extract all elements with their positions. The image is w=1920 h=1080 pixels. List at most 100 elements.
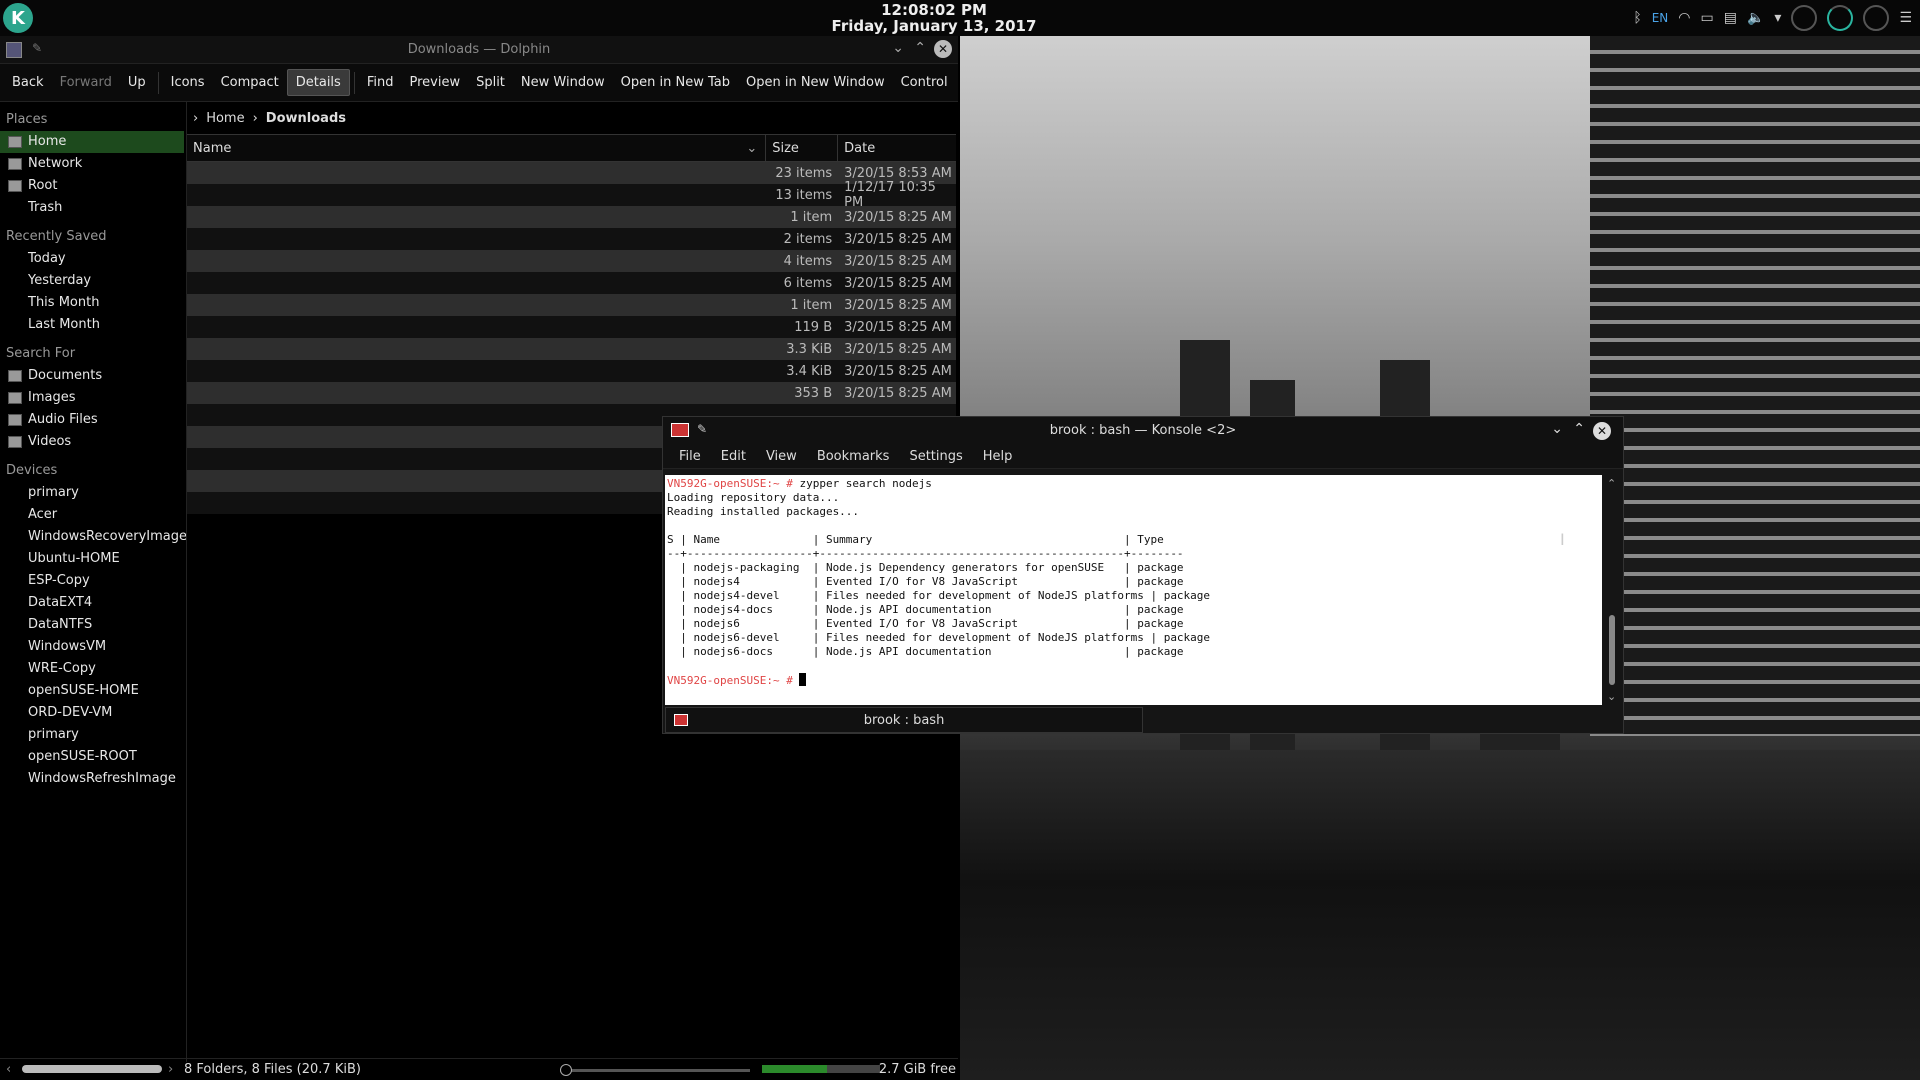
terminal-output[interactable]: VN592G-openSUSE:~ # zypper search nodejs… <box>665 475 1602 705</box>
konsole-tab[interactable]: brook : bash <box>665 707 1143 733</box>
place-item-home[interactable]: Home <box>0 131 184 153</box>
tray-expand-icon[interactable]: ▾ <box>1774 10 1781 26</box>
table-row[interactable]: package.json353 B3/20/15 8:25 AM <box>187 382 956 404</box>
zoom-slider-handle[interactable] <box>560 1064 572 1076</box>
up-button[interactable]: Up <box>120 70 154 95</box>
preview-button[interactable]: Preview <box>401 70 468 95</box>
recent-item-today[interactable]: Today <box>0 248 184 270</box>
clipboard-icon[interactable]: ▤ <box>1724 10 1737 26</box>
table-row[interactable]: logo.png3.4 KiB3/20/15 8:25 AM <box>187 360 956 382</box>
new-window-button[interactable]: New Window <box>513 70 613 95</box>
panel-menu-icon[interactable]: ☰ <box>1899 10 1912 26</box>
recent-item-yesterday[interactable]: Yesterday <box>0 270 184 292</box>
scroll-left-arrow-icon[interactable]: ‹ <box>6 1062 11 1077</box>
device-item[interactable]: WindowsVM <box>0 636 184 658</box>
file-size-cell: 3.4 KiB <box>786 363 833 379</box>
table-row[interactable]: ⌄zurb_foundation_subtheme13 items1/12/17… <box>187 180 956 210</box>
place-item-root[interactable]: Root <box>0 175 184 197</box>
date-column-header[interactable]: Date <box>838 135 956 161</box>
close-icon[interactable]: ✕ <box>1593 422 1611 440</box>
terminal-scrollbar[interactable]: ⌃ ⌄ <box>1603 475 1621 705</box>
device-item[interactable]: WindowsRefreshImage <box>0 768 184 790</box>
device-item[interactable]: ORD-DEV-VM <box>0 702 184 724</box>
dolphin-titlebar[interactable]: ✎ Downloads — Dolphin ⌄ ⌃ ✕ <box>0 36 958 64</box>
maximize-icon[interactable]: ⌃ <box>1573 421 1585 437</box>
device-item[interactable]: openSUSE-HOME <box>0 680 184 702</box>
konsole-titlebar[interactable]: ✎ brook : bash — Konsole <2> ⌄ ⌃ ✕ <box>663 417 1623 445</box>
find-button[interactable]: Find <box>359 70 402 95</box>
menu-edit[interactable]: Edit <box>711 449 756 464</box>
menu-bookmarks[interactable]: Bookmarks <box>807 449 900 464</box>
breadcrumb-home[interactable]: Home <box>206 111 244 126</box>
search-item-videos[interactable]: Videos <box>0 431 184 453</box>
size-column-header[interactable]: Size <box>766 135 839 161</box>
scroll-right-arrow-icon[interactable]: › <box>168 1062 173 1077</box>
table-row[interactable]: ›css1 item3/20/15 8:25 AM <box>187 206 956 228</box>
memory-monitor-icon[interactable] <box>1827 5 1854 31</box>
table-row[interactable]: bower.json119 B3/20/15 8:25 AM <box>187 316 956 338</box>
table-row[interactable]: ›js4 items3/20/15 8:25 AM <box>187 250 956 272</box>
close-icon[interactable]: ✕ <box>934 40 952 58</box>
free-space-label: 2.7 GiB free <box>878 1062 956 1077</box>
search-item-images[interactable]: Images <box>0 387 184 409</box>
table-row[interactable]: ›scss6 items3/20/15 8:25 AM <box>187 272 956 294</box>
details-view-button[interactable]: Details <box>286 69 350 96</box>
wifi-icon[interactable]: ◠ <box>1678 10 1690 26</box>
forward-button[interactable]: Forward <box>52 70 120 95</box>
device-item[interactable]: openSUSE-ROOT <box>0 746 184 768</box>
icons-view-button[interactable]: Icons <box>163 70 213 95</box>
recent-item-this-month[interactable]: This Month <box>0 292 184 314</box>
minimize-icon[interactable]: ⌄ <box>892 40 904 56</box>
table-row[interactable]: ›fonts2 items3/20/15 8:25 AM <box>187 228 956 250</box>
device-item[interactable]: primary <box>0 724 184 746</box>
menu-file[interactable]: File <box>669 449 711 464</box>
places-horizontal-scrollbar[interactable] <box>22 1065 162 1073</box>
table-row[interactable]: Gruntfile.js3.3 KiB3/20/15 8:25 AM <box>187 338 956 360</box>
search-item-documents[interactable]: Documents <box>0 365 184 387</box>
cpu-monitor-icon[interactable] <box>1791 5 1818 31</box>
control-button[interactable]: Control <box>893 70 956 95</box>
search-item-audio-files[interactable]: Audio Files <box>0 409 184 431</box>
place-item-network[interactable]: Network <box>0 153 184 175</box>
minimize-icon[interactable]: ⌄ <box>1551 421 1563 437</box>
menu-settings[interactable]: Settings <box>899 449 972 464</box>
back-button[interactable]: Back <box>4 70 52 95</box>
open-in-new-tab-button[interactable]: Open in New Tab <box>613 70 738 95</box>
device-item[interactable]: Ubuntu-HOME <box>0 548 184 570</box>
device-item[interactable]: ESP-Copy <box>0 570 184 592</box>
swap-monitor-icon[interactable] <box>1863 5 1890 31</box>
menu-help[interactable]: Help <box>973 449 1023 464</box>
network-icon <box>8 158 22 170</box>
open-in-new-window-button[interactable]: Open in New Window <box>738 70 893 95</box>
clock[interactable]: 12:08:02 PM Friday, January 13, 2017 <box>0 2 1868 34</box>
device-item[interactable]: Acer <box>0 504 184 526</box>
table-row[interactable]: ›templates1 item3/20/15 8:25 AM <box>187 294 956 316</box>
device-item[interactable]: WRE-Copy <box>0 658 184 680</box>
scrollbar-thumb[interactable] <box>1609 615 1615 685</box>
device-item[interactable]: WindowsRecoveryImage <box>0 526 187 548</box>
breadcrumb-current[interactable]: Downloads <box>266 111 346 126</box>
file-date-cell: 3/20/15 8:25 AM <box>844 231 952 247</box>
recent-item-last-month[interactable]: Last Month <box>0 314 184 336</box>
volume-icon[interactable]: 🔈 <box>1747 10 1764 26</box>
scroll-down-arrow-icon[interactable]: ⌄ <box>1607 690 1616 703</box>
keyboard-layout-indicator[interactable]: EN <box>1652 11 1669 25</box>
compact-view-button[interactable]: Compact <box>213 70 287 95</box>
scroll-up-arrow-icon[interactable]: ⌃ <box>1607 477 1616 490</box>
split-button[interactable]: Split <box>468 70 513 95</box>
zoom-slider[interactable] <box>560 1064 750 1076</box>
output-line: | nodejs6 | Evented I/O for V8 JavaScrip… <box>667 617 1184 630</box>
bluetooth-icon[interactable]: ᛒ <box>1633 10 1641 26</box>
device-item[interactable]: DataEXT4 <box>0 592 184 614</box>
maximize-icon[interactable]: ⌃ <box>914 40 926 56</box>
places-panel: Places Home Network Root Trash Recently … <box>0 102 187 1052</box>
file-date-cell: 3/20/15 8:25 AM <box>844 297 952 313</box>
menu-view[interactable]: View <box>756 449 807 464</box>
device-item[interactable]: DataNTFS <box>0 614 184 636</box>
file-size-cell: 3.3 KiB <box>786 341 833 357</box>
place-item-trash[interactable]: Trash <box>0 197 184 219</box>
name-column-header[interactable]: Name ⌄ <box>187 135 767 161</box>
device-item[interactable]: primary <box>0 482 184 504</box>
battery-icon[interactable]: ▭ <box>1701 10 1714 26</box>
file-date-cell: 3/20/15 8:25 AM <box>844 363 952 379</box>
